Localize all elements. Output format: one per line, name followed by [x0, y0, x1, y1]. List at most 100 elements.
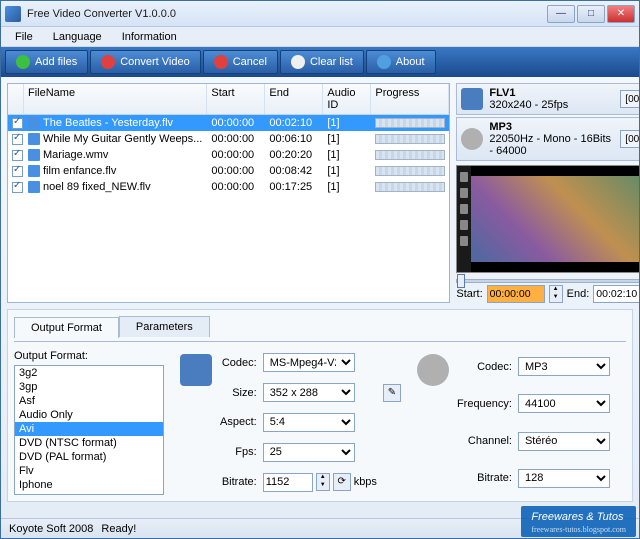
progress-bar: [375, 134, 445, 144]
audio-channel-select[interactable]: Stéréo: [518, 432, 610, 451]
format-option[interactable]: Ipod: [15, 492, 163, 495]
info-icon: [377, 55, 391, 69]
start-time-input[interactable]: [487, 285, 545, 303]
format-option[interactable]: Audio Only: [15, 408, 163, 422]
menu-information[interactable]: Information: [114, 29, 185, 45]
cancel-button[interactable]: Cancel: [203, 50, 278, 74]
tab-parameters[interactable]: Parameters: [119, 316, 210, 337]
file-icon: [28, 133, 40, 145]
col-end[interactable]: End: [265, 84, 323, 114]
menubar: File Language Information: [1, 27, 639, 47]
size-edit-button[interactable]: ✎: [383, 384, 401, 402]
tabs: Output Format Parameters: [14, 316, 626, 337]
file-list-body[interactable]: The Beatles - Yesterday.flv 00:00:00 00:…: [8, 115, 449, 302]
app-window: Free Video Converter V1.0.0.0 — □ ✕ File…: [0, 0, 640, 539]
cancel-icon: [214, 55, 228, 69]
video-size-select[interactable]: 352 x 288: [263, 383, 355, 402]
watermark: Freewares & Tutos freewares-tutos.blogsp…: [521, 506, 636, 537]
row-checkbox[interactable]: [12, 150, 23, 161]
audio-bitrate-select[interactable]: 128: [518, 469, 610, 488]
app-icon: [5, 6, 21, 22]
row-checkbox[interactable]: [12, 118, 23, 129]
format-option[interactable]: Flv: [15, 464, 163, 478]
add-files-button[interactable]: Add files: [5, 50, 88, 74]
video-icon: [461, 88, 483, 110]
right-panel: FLV1 320x240 - 25fps [000] MP3 22050Hz -…: [456, 83, 639, 303]
file-icon: [28, 165, 40, 177]
col-audioid[interactable]: Audio ID: [323, 84, 371, 114]
audio-detail: 22050Hz - Mono - 16Bits - 64000: [489, 133, 614, 157]
menu-file[interactable]: File: [7, 29, 41, 45]
file-list-header: FileName Start End Audio ID Progress: [8, 84, 449, 115]
convert-icon: [101, 55, 115, 69]
audio-params: Codec: MP3 Frequency: 44100 Channel: Sté…: [417, 350, 616, 495]
audio-codec-select[interactable]: MP3: [518, 357, 610, 376]
progress-bar: [375, 118, 445, 128]
maximize-button[interactable]: □: [577, 5, 605, 23]
format-option[interactable]: 3gp: [15, 380, 163, 394]
audio-params-icon: [417, 354, 449, 386]
output-format-list[interactable]: 3g23gpAsfAudio OnlyAviDVD (NTSC format)D…: [14, 365, 164, 495]
format-option[interactable]: Avi: [15, 422, 163, 436]
table-row[interactable]: noel 89 fixed_NEW.flv 00:00:00 00:17:25 …: [8, 179, 449, 195]
audio-codec-title: MP3: [489, 121, 614, 133]
video-codec-select[interactable]: MS-Mpeg4-V2: [263, 353, 355, 372]
file-icon: [28, 117, 40, 129]
col-start[interactable]: Start: [207, 84, 265, 114]
row-checkbox[interactable]: [12, 166, 23, 177]
video-params-icon: [180, 354, 212, 386]
row-checkbox[interactable]: [12, 134, 23, 145]
content-area: FileName Start End Audio ID Progress The…: [1, 77, 639, 518]
toolbar: Add files Convert Video Cancel Clear lis…: [1, 47, 639, 77]
slider-thumb[interactable]: [457, 274, 465, 288]
window-title: Free Video Converter V1.0.0.0: [27, 8, 547, 20]
audio-stream-select[interactable]: [001]: [620, 130, 639, 148]
clear-list-button[interactable]: Clear list: [280, 50, 364, 74]
video-params: Codec: MS-Mpeg4-V2 Size: 352 x 288 ✎ Asp…: [180, 350, 401, 495]
format-option[interactable]: DVD (PAL format): [15, 450, 163, 464]
end-time-input[interactable]: [593, 285, 639, 303]
progress-bar: [375, 166, 445, 176]
video-preview: [456, 165, 639, 273]
format-option[interactable]: 3g2: [15, 366, 163, 380]
bitrate-calc-button[interactable]: ⟳: [333, 473, 351, 491]
end-label: End:: [567, 288, 590, 300]
file-icon: [28, 149, 40, 161]
format-option[interactable]: DVD (NTSC format): [15, 436, 163, 450]
video-aspect-select[interactable]: 5:4: [263, 413, 355, 432]
close-button[interactable]: ✕: [607, 5, 635, 23]
format-option[interactable]: Iphone: [15, 478, 163, 492]
format-option[interactable]: Asf: [15, 394, 163, 408]
video-fps-select[interactable]: 25: [263, 443, 355, 462]
audio-freq-select[interactable]: 44100: [518, 394, 610, 413]
col-progress[interactable]: Progress: [371, 84, 449, 114]
status-company: Koyote Soft 2008: [9, 523, 93, 535]
file-list-panel: FileName Start End Audio ID Progress The…: [7, 83, 450, 303]
timeline-slider[interactable]: [456, 279, 639, 283]
audio-icon: [461, 128, 483, 150]
about-button[interactable]: About: [366, 50, 436, 74]
start-label: Start:: [456, 288, 482, 300]
table-row[interactable]: While My Guitar Gently Weeps... 00:00:00…: [8, 131, 449, 147]
minimize-button[interactable]: —: [547, 5, 575, 23]
clear-icon: [291, 55, 305, 69]
row-checkbox[interactable]: [12, 182, 23, 193]
tab-output-format[interactable]: Output Format: [14, 317, 119, 338]
video-stream-select[interactable]: [000]: [620, 90, 639, 108]
video-bitrate-spinner[interactable]: ▲▼: [316, 473, 330, 491]
convert-video-button[interactable]: Convert Video: [90, 50, 201, 74]
output-format-label: Output Format:: [14, 350, 164, 362]
file-icon: [28, 181, 40, 193]
video-codec-title: FLV1: [489, 87, 614, 99]
col-filename[interactable]: FileName: [24, 84, 207, 114]
video-bitrate-input[interactable]: [263, 473, 313, 492]
video-detail: 320x240 - 25fps: [489, 99, 614, 111]
start-spinner[interactable]: ▲▼: [549, 285, 563, 303]
progress-bar: [375, 182, 445, 192]
video-info-box: FLV1 320x240 - 25fps [000]: [456, 83, 639, 115]
output-panel: Output Format Parameters Output Format: …: [7, 309, 633, 502]
table-row[interactable]: The Beatles - Yesterday.flv 00:00:00 00:…: [8, 115, 449, 131]
table-row[interactable]: Mariage.wmv 00:00:00 00:20:20 [1]: [8, 147, 449, 163]
table-row[interactable]: film enfance.flv 00:00:00 00:08:42 [1]: [8, 163, 449, 179]
menu-language[interactable]: Language: [45, 29, 110, 45]
